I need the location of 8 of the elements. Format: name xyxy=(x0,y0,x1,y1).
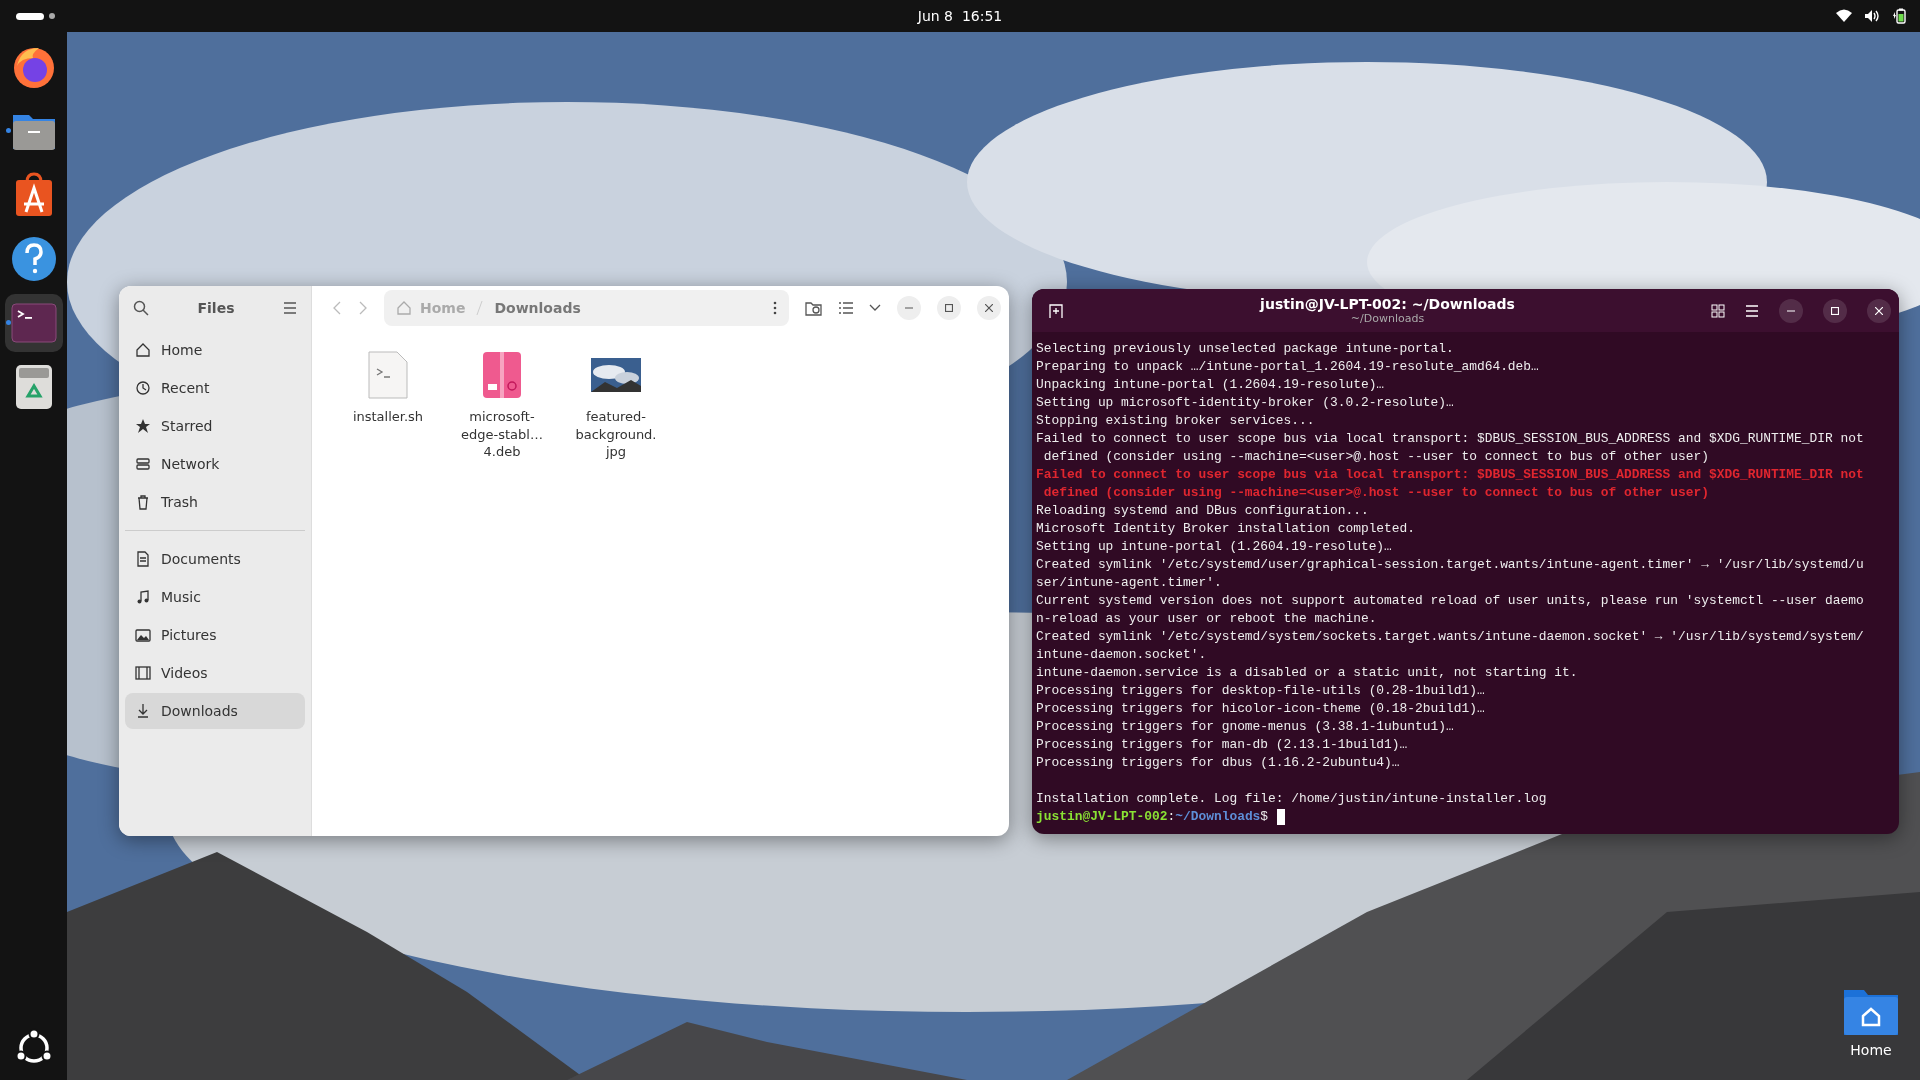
help-icon xyxy=(10,236,57,282)
terminal-icon xyxy=(10,303,57,343)
shopping-bag-icon xyxy=(13,172,54,218)
speaker-icon[interactable] xyxy=(1864,9,1880,23)
wifi-icon[interactable] xyxy=(1836,9,1852,23)
clock[interactable]: Jun 8 16:51 xyxy=(917,8,1003,24)
recycle-bin-icon xyxy=(14,364,53,410)
battery-icon[interactable] xyxy=(1892,8,1908,24)
